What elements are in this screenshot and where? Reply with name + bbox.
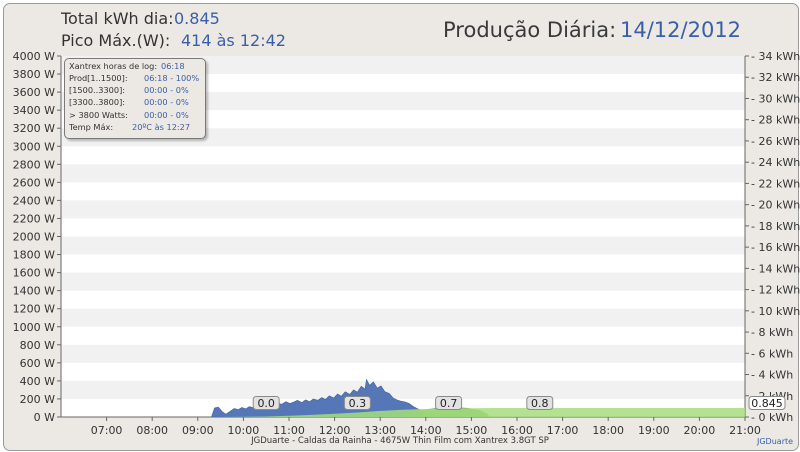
y-right-tick-label: - 32 kWh [751,71,800,84]
y-left-tick-label: 800 W [20,339,55,352]
y-right-tick-label: - 6 kWh [751,347,793,360]
info-row-prod-range-2: [1500..3300]: 00:00 - 0% [69,85,201,96]
y-right-tick-label: - 16 kWh [751,241,800,254]
info-value: 00:00 - 0% [144,97,189,107]
y-left-tick-label: 4000 W [13,50,55,63]
y-left-tick-label: 2800 W [13,158,55,171]
y-right-tick-label: - 12 kWh [751,284,800,297]
grid-band [61,308,745,327]
y-left-tick-label: 1400 W [13,285,55,298]
y-right-tick-label: - 0 kWh [751,411,793,424]
peak-power-label: Pico Máx.(W): [61,31,171,50]
y-right-tick-label: - 30 kWh [751,92,800,105]
y-left-tick-label: 3600 W [13,86,55,99]
y-left-tick-label: 2400 W [13,194,55,207]
y-left-tick-label: 3400 W [13,104,55,117]
energy-callout-label: 0.0 [257,397,275,410]
y-left-tick-label: 600 W [20,357,55,370]
y-right-tick-label: - 8 kWh [751,326,793,339]
info-row-max-temp: Temp Máx: 20ºC às 12:27 [69,122,201,133]
y-left-tick-label: 0 W [34,411,55,424]
y-left-tick-label: 400 W [20,375,55,388]
energy-callout: 0.8 [526,396,554,410]
y-left-tick-label: 1800 W [13,249,55,262]
info-row-prod-range-4: > 3800 Watts: 00:00 - 0% [69,110,201,121]
y-right-tick-label: - 14 kWh [751,262,800,275]
y-left-tick-label: 1200 W [13,303,55,316]
log-summary-box: Xantrex horas de log: 06:18 Prod[1..1500… [64,58,206,139]
energy-callout: 0.845 [748,396,786,410]
grid-band [61,164,745,183]
y-left-tick-label: 2000 W [13,231,55,244]
info-label: [1500..3300]: [69,85,126,95]
energy-callout-label: 0.845 [751,397,783,410]
energy-callout-label: 0.3 [349,397,367,410]
y-right-tick-label: - 4 kWh [751,369,793,382]
info-row-prod-range-1: Prod[1..1500]: 06:18 - 100% [69,73,201,84]
total-kwh-value: 0.845 [174,9,220,28]
info-value: 06:18 - 100% [144,73,200,83]
info-label: Temp Máx: [69,122,114,132]
total-kwh-label: Total kWh dia: [61,9,174,28]
grid-band [61,380,745,399]
info-value: 20ºC às 12:27 [132,122,191,132]
page-title-date: 14/12/2012 [620,18,742,42]
energy-callout-label: 0.7 [440,397,458,410]
y-right-tick-label: - 34 kWh [751,50,800,63]
y-left-tick-label: 3800 W [13,68,55,81]
y-right-tick-label: - 28 kWh [751,114,800,127]
grid-band [61,236,745,255]
info-row-log-hours: Xantrex horas de log: 06:18 [69,61,201,72]
grid-band [61,200,745,219]
y-left-tick-label: 200 W [20,393,55,406]
peak-power-value: 414 às 12:42 [181,31,286,50]
info-row-prod-range-3: [3300..3800]: 00:00 - 0% [69,97,201,108]
grid-band [61,272,745,291]
y-left-tick-label: 1000 W [13,321,55,334]
y-right-tick-label: - 20 kWh [751,199,800,212]
y-right-tick-label: - 24 kWh [751,156,800,169]
info-label: Xantrex horas de log: [69,61,158,71]
info-label: > 3800 Watts: [69,110,128,120]
y-left-tick-label: 1600 W [13,267,55,280]
energy-callout-label: 0.8 [531,397,549,410]
grid-band [61,344,745,363]
author-link[interactable]: JGDuarte [757,437,793,446]
energy-callout: 0.0 [252,396,280,410]
info-label: [3300..3800]: [69,97,126,107]
info-value: 00:00 - 0% [144,85,189,95]
y-left-tick-label: 3200 W [13,122,55,135]
y-left-tick-label: 3000 W [13,140,55,153]
y-right-tick-label: - 22 kWh [751,177,800,190]
y-left-tick-label: 2200 W [13,212,55,225]
info-value: 00:00 - 0% [144,110,189,120]
energy-callout: 0.7 [435,396,463,410]
y-right-tick-label: - 10 kWh [751,305,800,318]
y-right-tick-label: - 26 kWh [751,135,800,148]
y-right-tick-label: - 18 kWh [751,220,800,233]
page-title: Produção Diária: [443,18,617,42]
footer-credit: JGDuarte - Caldas da Rainha - 4675W Thin… [251,436,549,446]
energy-callout: 0.3 [343,396,371,410]
info-label: Prod[1..1500]: [69,73,128,83]
y-left-tick-label: 2600 W [13,176,55,189]
info-value: 06:18 [161,61,185,71]
